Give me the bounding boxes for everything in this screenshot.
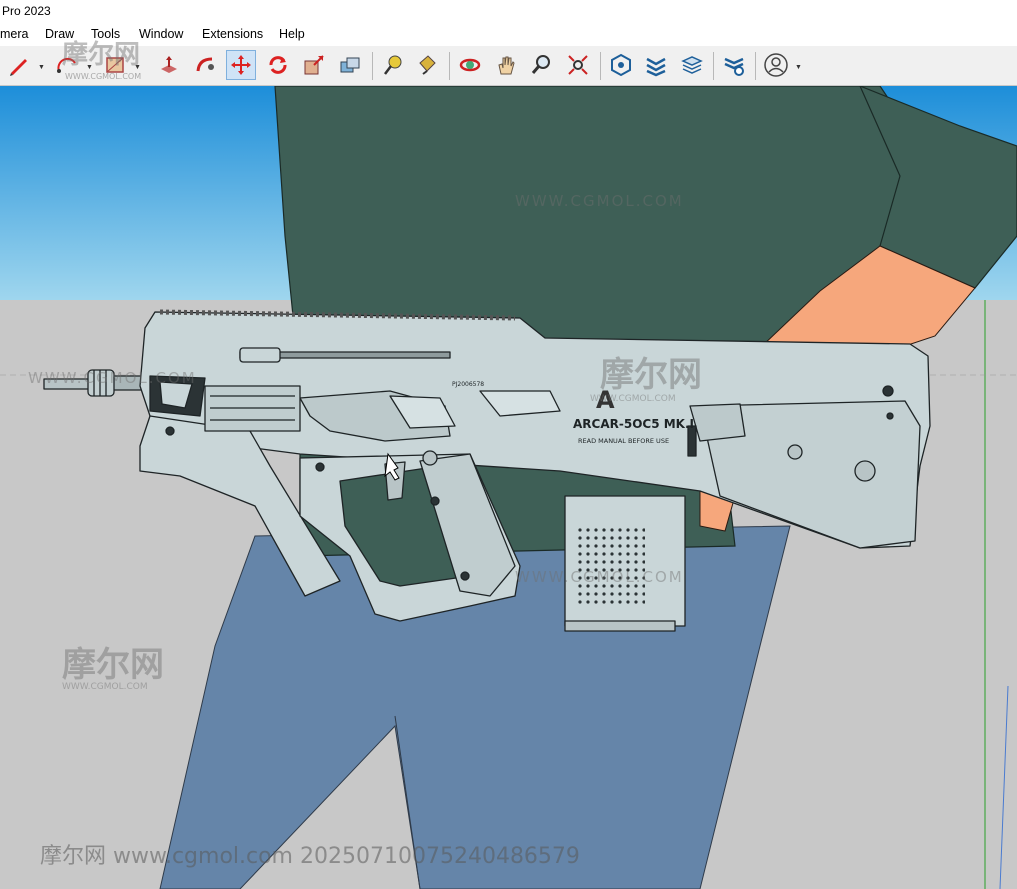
- svg-text:WWW.CGMOL.COM: WWW.CGMOL.COM: [28, 369, 197, 387]
- layers-icon: [681, 56, 703, 74]
- pan-tool[interactable]: [491, 50, 521, 80]
- arc-icon: [57, 57, 76, 73]
- svg-text:WWW.CGMOL.COM: WWW.CGMOL.COM: [590, 394, 676, 404]
- toolbar-separator: [755, 52, 756, 80]
- follow-me-icon: [196, 57, 214, 72]
- push-pull-icon: [161, 56, 177, 73]
- menu-help[interactable]: Help: [279, 27, 305, 41]
- account-dropdown-arrow[interactable]: ▼: [795, 64, 802, 71]
- receiver-marking: ARCAR-5OC5 MK.I: [573, 417, 694, 431]
- rotate-tool[interactable]: [263, 50, 293, 80]
- menu-extensions[interactable]: Extensions: [202, 27, 263, 41]
- toolbar-separator: [600, 52, 601, 80]
- svg-text:WWW.CGMOL.COM: WWW.CGMOL.COM: [62, 682, 148, 692]
- paint-bucket-icon: [419, 55, 436, 75]
- extension-warehouse-tool[interactable]: [641, 50, 671, 80]
- rectangle-icon: [106, 57, 124, 73]
- orbit-icon: [459, 58, 481, 72]
- scale-tool[interactable]: [299, 50, 329, 80]
- zoom-extents-tool[interactable]: [563, 50, 593, 80]
- rotate-icon: [269, 56, 287, 74]
- svg-text:WWW.CGMOL.COM: WWW.CGMOL.COM: [515, 568, 684, 586]
- toolbar-separator: [372, 52, 373, 80]
- user-account-icon: [764, 53, 788, 77]
- toolbar-separator: [449, 52, 450, 80]
- extension-warehouse-icon: [646, 57, 666, 77]
- tape-measure-tool[interactable]: [378, 50, 408, 80]
- menu-draw[interactable]: Draw: [45, 27, 74, 41]
- zoom-tool[interactable]: [527, 50, 557, 80]
- arc-dropdown-arrow[interactable]: ▼: [86, 64, 93, 71]
- charging-handle: [239, 347, 281, 363]
- account-menu[interactable]: [761, 50, 791, 80]
- move-icon: [231, 55, 251, 75]
- warehouse-icon: [611, 53, 631, 77]
- arc-tool[interactable]: [52, 50, 82, 80]
- follow-me-tool[interactable]: [190, 50, 220, 80]
- rectangle-tool[interactable]: [100, 50, 130, 80]
- footer-watermark: 摩尔网 www.cgmol.com 20250710075240486579: [40, 844, 580, 869]
- pencil-tool[interactable]: [4, 50, 34, 80]
- layer-stack-tool[interactable]: [677, 50, 707, 80]
- window-title: Pro 2023: [2, 4, 51, 18]
- main-toolbar: ▼ ▼ ▼ ▼: [0, 46, 1017, 86]
- zoom-icon: [531, 55, 550, 74]
- scene-canvas: ARCAR-5OC5 MK.I READ MANUAL BEFORE USE P…: [0, 86, 1017, 889]
- menu-window[interactable]: Window: [139, 27, 183, 41]
- extension-manager-icon: [724, 57, 744, 76]
- pencil-icon: [10, 59, 27, 76]
- warning-marking: READ MANUAL BEFORE USE: [578, 437, 669, 445]
- model-viewport[interactable]: ARCAR-5OC5 MK.I READ MANUAL BEFORE USE P…: [0, 86, 1017, 889]
- move-tool[interactable]: [226, 50, 256, 80]
- menu-tools[interactable]: Tools: [91, 27, 120, 41]
- svg-text:摩尔网: 摩尔网: [62, 645, 164, 685]
- offset-tool[interactable]: [335, 50, 365, 80]
- menu-bar: mera Draw Tools Window Extensions Help: [0, 22, 1017, 46]
- push-pull-tool[interactable]: [154, 50, 184, 80]
- title-bar: Pro 2023: [0, 0, 1017, 22]
- extension-manager-tool[interactable]: [719, 50, 749, 80]
- warehouse-tool[interactable]: [606, 50, 636, 80]
- paint-bucket-tool[interactable]: [412, 50, 442, 80]
- toolbar-separator: [713, 52, 714, 80]
- orbit-tool[interactable]: [455, 50, 485, 80]
- tape-measure-icon: [384, 55, 402, 75]
- svg-text:WWW.CGMOL.COM: WWW.CGMOL.COM: [515, 192, 684, 210]
- zoom-extents-icon: [568, 55, 588, 75]
- svg-text:摩尔网: 摩尔网: [600, 355, 702, 395]
- pencil-dropdown-arrow[interactable]: ▼: [38, 64, 45, 71]
- rectangle-dropdown-arrow[interactable]: ▼: [134, 64, 141, 71]
- offset-icon: [340, 57, 360, 73]
- serial-marking: PJ2006578: [452, 381, 484, 388]
- menu-camera[interactable]: mera: [0, 27, 28, 41]
- pan-hand-icon: [498, 56, 515, 75]
- scale-icon: [304, 55, 324, 75]
